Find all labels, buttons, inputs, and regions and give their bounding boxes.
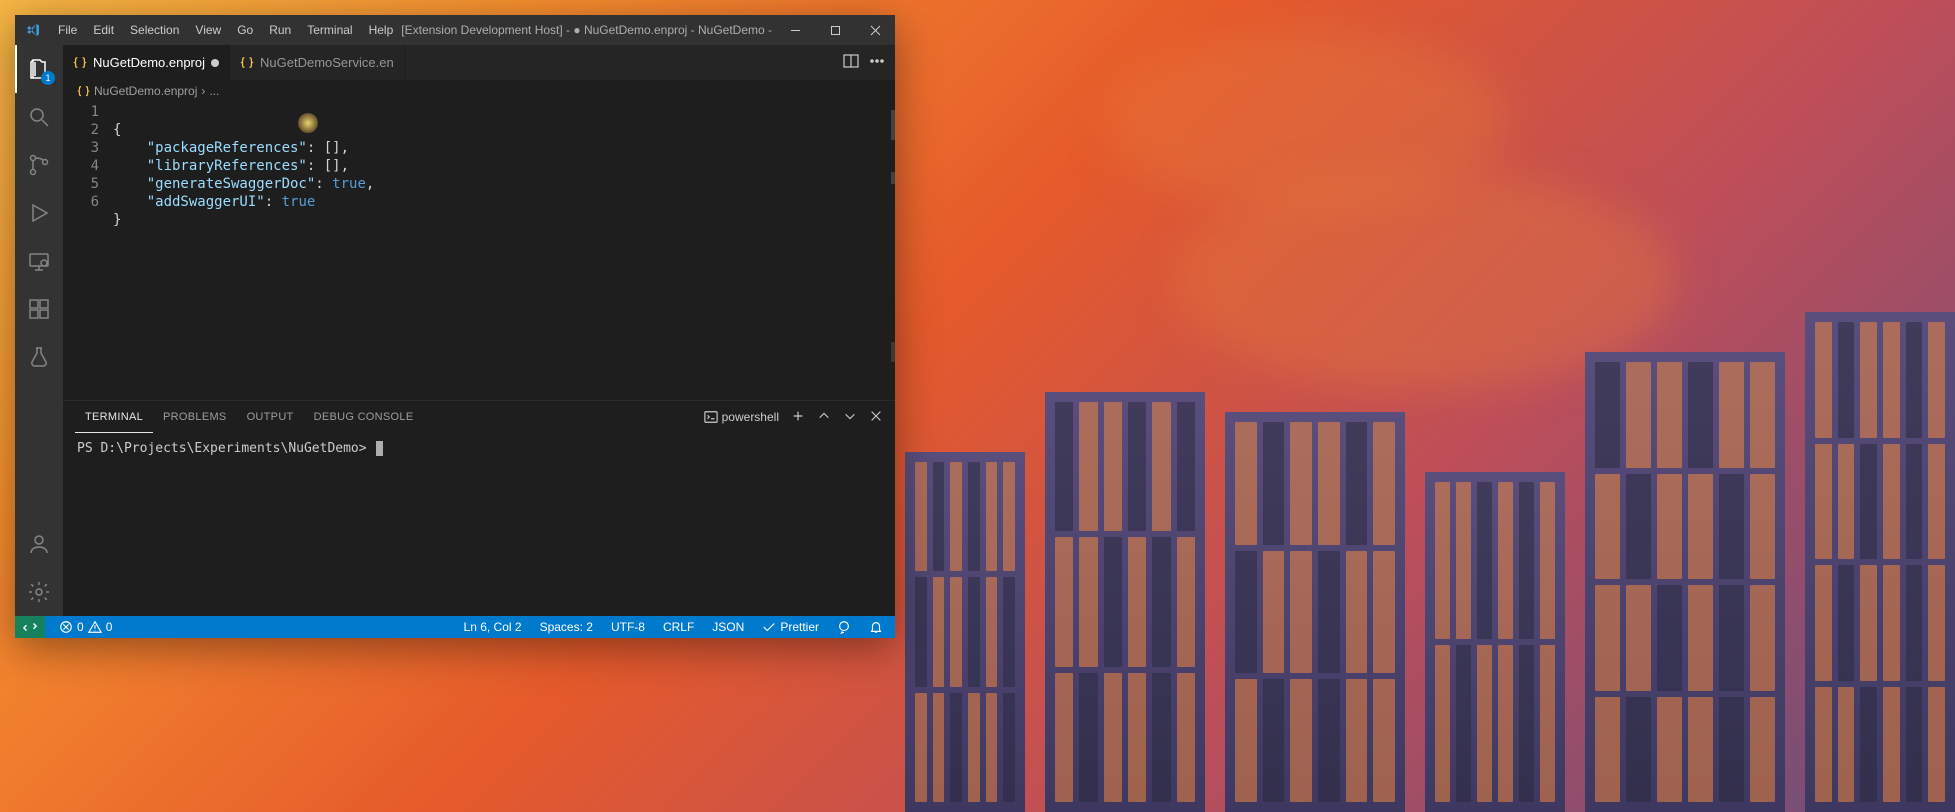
window-title: [Extension Development Host] - ● NuGetDe… <box>401 23 775 37</box>
maximize-panel-icon[interactable] <box>843 409 857 426</box>
tab-bar: NuGetDemo.enproj NuGetDemoService.en <box>63 45 895 80</box>
line-gutter: 123456 <box>63 102 113 400</box>
braces-icon <box>77 85 90 98</box>
activity-testing[interactable] <box>15 333 63 381</box>
status-language[interactable]: JSON <box>708 616 748 638</box>
click-indicator-icon <box>298 113 318 133</box>
status-eol[interactable]: CRLF <box>659 616 698 638</box>
menu-terminal[interactable]: Terminal <box>299 15 360 45</box>
activity-extensions[interactable] <box>15 285 63 333</box>
menu-file[interactable]: File <box>50 15 85 45</box>
menu-selection[interactable]: Selection <box>122 15 187 45</box>
breadcrumb-file: NuGetDemo.enproj <box>94 84 197 98</box>
status-indentation[interactable]: Spaces: 2 <box>536 616 597 638</box>
close-panel-icon[interactable] <box>869 409 883 426</box>
status-feedback-icon[interactable] <box>833 616 855 638</box>
more-actions-icon[interactable] <box>869 53 885 72</box>
explorer-badge: 1 <box>41 71 55 85</box>
split-terminal-icon[interactable] <box>817 409 831 426</box>
window-minimize-button[interactable] <box>775 15 815 45</box>
window-close-button[interactable] <box>855 15 895 45</box>
editor-group: NuGetDemo.enproj NuGetDemoService.en NuG… <box>63 45 895 616</box>
panel-tabs: TERMINAL PROBLEMS OUTPUT DEBUG CONSOLE p… <box>63 401 895 433</box>
status-bar: 0 0 Ln 6, Col 2 Spaces: 2 UTF-8 CRLF JSO… <box>15 616 895 638</box>
status-cursor-position[interactable]: Ln 6, Col 2 <box>460 616 526 638</box>
activity-accounts[interactable] <box>15 520 63 568</box>
panel: TERMINAL PROBLEMS OUTPUT DEBUG CONSOLE p… <box>63 400 895 616</box>
braces-icon <box>240 56 254 70</box>
status-encoding[interactable]: UTF-8 <box>607 616 649 638</box>
panel-tab-terminal[interactable]: TERMINAL <box>75 401 153 433</box>
menu-go[interactable]: Go <box>229 15 261 45</box>
activity-explorer[interactable]: 1 <box>15 45 63 93</box>
activity-run-debug[interactable] <box>15 189 63 237</box>
braces-icon <box>73 56 87 70</box>
tab-label: NuGetDemo.enproj <box>93 55 205 70</box>
remote-indicator[interactable] <box>15 616 45 638</box>
terminal-cursor <box>376 441 383 456</box>
vscode-logo-icon <box>15 22 50 38</box>
breadcrumb-tail: ... <box>209 84 219 98</box>
editor-actions <box>833 45 895 80</box>
terminal-profile-icon[interactable]: powershell <box>704 410 779 424</box>
code-content[interactable]: { "packageReferences": [], "libraryRefer… <box>113 102 895 400</box>
code-editor[interactable]: 123456 { "packageReferences": [], "libra… <box>63 102 895 400</box>
panel-tab-problems[interactable]: PROBLEMS <box>153 401 237 433</box>
window-controls <box>775 15 895 45</box>
chevron-right-icon: › <box>201 84 205 98</box>
menu-bar: File Edit Selection View Go Run Terminal… <box>50 15 401 45</box>
breadcrumb[interactable]: NuGetDemo.enproj › ... <box>63 80 895 102</box>
panel-tab-output[interactable]: OUTPUT <box>237 401 304 433</box>
titlebar: File Edit Selection View Go Run Terminal… <box>15 15 895 45</box>
menu-edit[interactable]: Edit <box>85 15 122 45</box>
minimap[interactable] <box>887 102 895 400</box>
window-maximize-button[interactable] <box>815 15 855 45</box>
menu-run[interactable]: Run <box>261 15 299 45</box>
dirty-indicator-icon <box>211 59 219 67</box>
terminal-prompt: PS D:\Projects\Experiments\NuGetDemo> <box>77 441 374 456</box>
split-editor-icon[interactable] <box>843 53 859 72</box>
activity-settings[interactable] <box>15 568 63 616</box>
tab-nugetdemoservice-en[interactable]: NuGetDemoService.en <box>230 45 405 80</box>
activity-source-control[interactable] <box>15 141 63 189</box>
tab-label: NuGetDemoService.en <box>260 55 394 70</box>
bg-cloud <box>1175 170 1675 390</box>
menu-help[interactable]: Help <box>361 15 402 45</box>
status-problems[interactable]: 0 0 <box>55 616 116 638</box>
menu-view[interactable]: View <box>187 15 229 45</box>
panel-tab-debug-console[interactable]: DEBUG CONSOLE <box>304 401 424 433</box>
activity-remote[interactable] <box>15 237 63 285</box>
tab-nugetdemo-enproj[interactable]: NuGetDemo.enproj <box>63 45 230 80</box>
vscode-window: File Edit Selection View Go Run Terminal… <box>15 15 895 638</box>
activity-bar: 1 <box>15 45 63 616</box>
terminal[interactable]: PS D:\Projects\Experiments\NuGetDemo> <box>63 433 895 616</box>
status-formatter[interactable]: Prettier <box>758 616 823 638</box>
activity-search[interactable] <box>15 93 63 141</box>
new-terminal-icon[interactable] <box>791 409 805 426</box>
status-notifications-icon[interactable] <box>865 616 887 638</box>
